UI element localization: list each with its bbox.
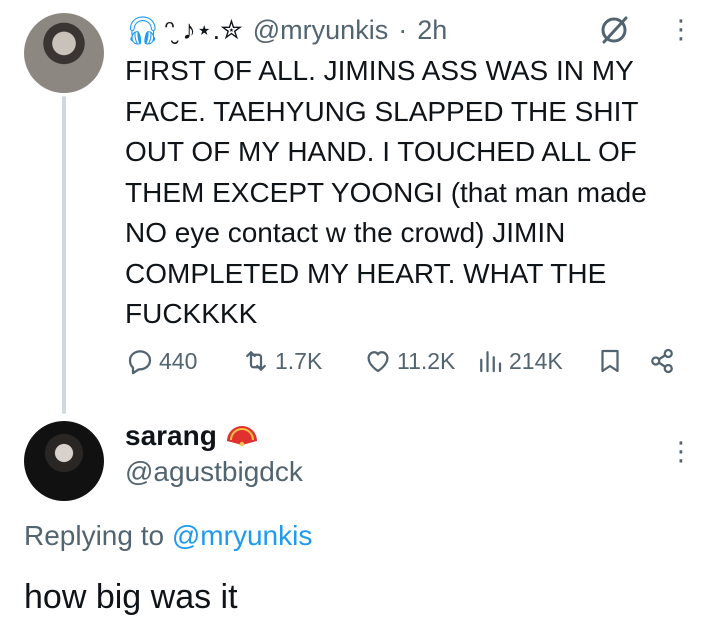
reply-author-handle[interactable]: @agustbigdck xyxy=(125,456,303,488)
heart-icon xyxy=(367,351,389,373)
tweet-header: 🎧︎ ᵔ̮ ♪⋆.✮ @mryunkis · 2h xyxy=(125,10,447,50)
share-button[interactable] xyxy=(647,343,677,379)
tweet-actions: 440 1.7K 11.2K 214K xyxy=(125,343,685,379)
replying-prefix: Replying to xyxy=(24,520,165,551)
share-icon xyxy=(651,348,673,374)
retweet-icon xyxy=(246,351,266,371)
thread-line xyxy=(62,96,66,414)
headphones-icon: 🎧︎ xyxy=(125,14,161,46)
tweet-time[interactable]: 2h xyxy=(417,15,447,46)
replying-to: Replying to @mryunkis xyxy=(24,520,312,552)
tweet-author-name-suffix: ᵔ̮ ♪⋆.✮ xyxy=(164,14,243,45)
replying-to-mention[interactable]: @mryunkis xyxy=(172,520,312,551)
tweet-text: FIRST OF ALL. JIMINS ASS WAS IN MY FACE.… xyxy=(125,55,647,329)
retweet-count: 1.7K xyxy=(275,347,323,374)
views-button[interactable]: 214K xyxy=(475,343,563,379)
tweet-author-avatar[interactable] xyxy=(24,13,104,93)
views-count: 214K xyxy=(509,347,563,374)
reply-author-name[interactable]: sarang xyxy=(125,420,259,452)
like-count: 11.2K xyxy=(397,347,456,374)
bookmark-icon xyxy=(601,349,619,373)
tweet-author-name[interactable]: 🎧︎ ᵔ̮ ♪⋆.✮ xyxy=(125,14,243,47)
tweet-author-handle[interactable]: @mryunkis xyxy=(253,15,388,46)
grok-icon[interactable] xyxy=(596,12,632,48)
bookmark-button[interactable] xyxy=(595,343,625,379)
header-separator: · xyxy=(398,14,408,45)
reply-count: 440 xyxy=(159,347,198,374)
reply-button[interactable]: 440 xyxy=(125,343,197,379)
views-icon xyxy=(480,351,502,373)
reply-text: how big was it xyxy=(24,578,238,616)
like-button[interactable]: 11.2K xyxy=(363,343,455,379)
reply-author-name-text: sarang xyxy=(125,420,217,451)
retweet-button[interactable]: 1.7K xyxy=(241,343,322,379)
reply-author-avatar[interactable] xyxy=(24,421,104,501)
reply-icon xyxy=(128,350,152,375)
fan-emoji-icon xyxy=(226,426,257,447)
more-vertical-icon[interactable]: ⋮ xyxy=(668,436,694,468)
more-vertical-icon[interactable]: ⋮ xyxy=(668,14,694,46)
